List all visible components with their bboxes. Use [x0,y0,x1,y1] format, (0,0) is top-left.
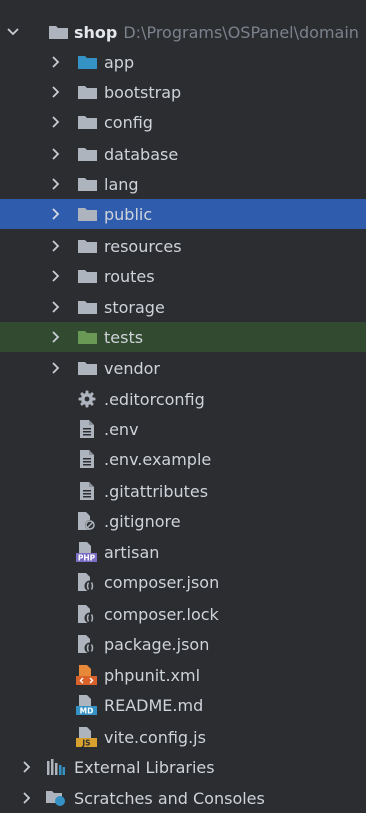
tree-item-label: config [104,112,153,132]
tree-item-label: lang [104,174,139,194]
folder-icon [76,174,98,194]
tree-folder-storage[interactable]: storage [0,292,366,322]
chevron-right-icon[interactable] [48,299,64,315]
tree-item-label: routes [104,266,155,286]
tree-item-label: phpunit.xml [104,665,201,685]
tree-item-label: Scratches and Consoles [74,788,265,808]
composer-file-icon [76,572,98,592]
tree-folder-vendor[interactable]: vendor [0,353,366,383]
tree-file-editorconfig[interactable]: .editorconfig [0,384,366,414]
root-path: D:\Programs\OSPanel\domain [123,22,359,42]
tree-item-label: bootstrap [104,82,182,102]
folder-icon [76,204,98,224]
folder-icon [76,358,98,378]
tree-folder-app[interactable]: app [0,47,366,77]
tree-file-env[interactable]: .env [0,414,366,444]
chevron-right-icon[interactable] [48,329,64,345]
tree-file-env-example[interactable]: .env.example [0,444,366,474]
gear-icon [76,389,98,409]
text-file-icon [76,419,98,439]
tree-folder-lang[interactable]: lang [0,169,366,199]
folder-icon [76,297,98,317]
folder-icon [76,52,98,72]
tree-item-label: app [104,52,135,72]
tree-item-label: package.json [104,634,210,654]
ignore-file-icon [76,511,98,531]
tree-item-label: artisan [104,542,160,562]
tree-item-label: storage [104,297,165,317]
tree-item-label: composer.json [104,572,220,592]
tree-item-label: tests [104,327,144,347]
tree-item-label: .gitattributes [104,481,209,501]
folder-icon [76,236,98,256]
tree-scratches-consoles[interactable]: Scratches and Consoles [0,783,366,813]
chevron-right-icon[interactable] [48,146,64,162]
chevron-right-icon[interactable] [48,360,64,376]
tree-file-vite-config-js[interactable]: JS vite.config.js [0,722,366,752]
chevron-right-icon[interactable] [48,268,64,284]
chevron-right-icon[interactable] [48,206,64,222]
composer-file-icon [76,634,98,654]
folder-icon [76,112,98,132]
text-file-icon [76,481,98,501]
chevron-right-icon[interactable] [19,759,35,775]
chevron-right-icon[interactable] [48,176,64,192]
tree-folder-tests[interactable]: tests [0,322,366,352]
tree-file-composer-json[interactable]: composer.json [0,567,366,597]
tree-file-gitignore[interactable]: .gitignore [0,506,366,536]
folder-icon [76,266,98,286]
tree-root-shop[interactable]: shop D:\Programs\OSPanel\domain [0,17,366,47]
scratches-icon [45,788,67,808]
tree-folder-resources[interactable]: resources [0,231,366,261]
tree-item-label: composer.lock [104,604,219,624]
folder-icon [47,22,69,42]
tree-file-gitattributes[interactable]: .gitattributes [0,476,366,506]
tree-file-readme-md[interactable]: MD README.md [0,690,366,720]
root-label: shop D:\Programs\OSPanel\domain [74,23,359,42]
tree-folder-routes[interactable]: routes [0,261,366,291]
chevron-down-icon[interactable] [5,24,21,40]
tree-folder-database[interactable]: database [0,139,366,169]
xml-file-icon [76,665,98,685]
folder-icon [76,144,98,164]
tree-file-composer-lock[interactable]: composer.lock [0,599,366,629]
root-name: shop [74,22,118,42]
tree-item-label: resources [104,236,182,256]
chevron-right-icon[interactable] [48,84,64,100]
js-file-icon: JS [76,727,98,747]
tree-folder-config[interactable]: config [0,107,366,137]
tree-file-package-json[interactable]: package.json [0,629,366,659]
chevron-right-icon[interactable] [48,238,64,254]
tree-item-label: .editorconfig [104,389,205,409]
tree-item-label: .env [104,419,139,439]
md-badge-text: MD [80,707,94,716]
php-badge-text: PHP [78,554,96,563]
tree-folder-bootstrap[interactable]: bootstrap [0,77,366,107]
tree-item-label: vite.config.js [104,727,206,747]
php-file-icon: PHP [76,542,98,562]
markdown-file-icon: MD [76,695,98,715]
folder-icon [76,82,98,102]
project-tree: shop D:\Programs\OSPanel\domain app boots… [0,0,366,808]
tree-item-label: public [104,204,153,224]
tree-item-label: vendor [104,358,160,378]
js-badge-text: JS [81,739,90,748]
chevron-right-icon[interactable] [48,114,64,130]
tree-item-label: .env.example [104,449,212,469]
tree-external-libraries[interactable]: External Libraries [0,752,366,782]
tree-item-label: .gitignore [104,511,181,531]
tree-item-label: External Libraries [74,757,215,777]
tree-file-artisan[interactable]: PHP artisan [0,537,366,567]
libraries-icon [45,757,67,777]
tree-folder-public[interactable]: public [0,199,366,229]
tree-item-label: database [104,144,179,164]
composer-file-icon [76,604,98,624]
chevron-right-icon[interactable] [19,790,35,806]
tree-item-label: README.md [104,695,204,715]
folder-icon [76,327,98,347]
tree-file-phpunit-xml[interactable]: phpunit.xml [0,660,366,690]
chevron-right-icon[interactable] [48,54,64,70]
text-file-icon [76,449,98,469]
